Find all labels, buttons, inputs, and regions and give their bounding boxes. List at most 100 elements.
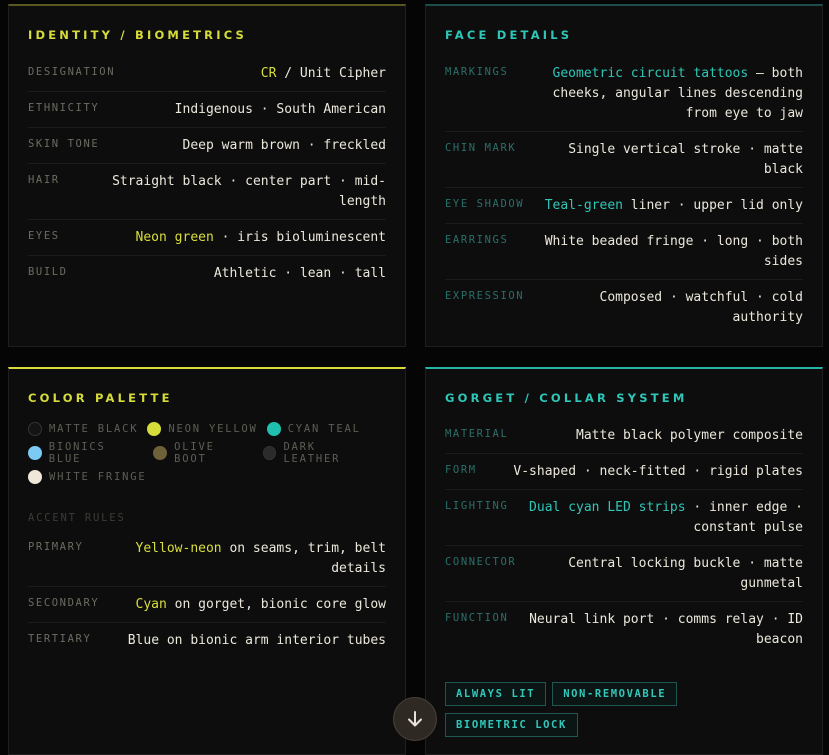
value-highlight: Yellow-neon: [135, 541, 222, 556]
row-value: Indigenous · South American: [165, 100, 386, 120]
row-value: Central locking buckle · matte gunmetal: [516, 554, 803, 594]
swatch-dot: [28, 446, 42, 460]
detail-row: CHIN MARK Single vertical stroke · matte …: [445, 132, 803, 188]
detail-row: EYE SHADOW Teal-green liner · upper lid o…: [445, 188, 803, 224]
face-card: FACE DETAILS MARKINGS Geometric circuit t…: [425, 4, 823, 347]
row-label: TERTIARY: [28, 633, 92, 645]
face-rows: MARKINGS Geometric circuit tattoos — both…: [445, 56, 803, 335]
scroll-down-button[interactable]: [393, 697, 437, 741]
detail-row: LIGHTING Dual cyan LED strips · inner edg…: [445, 490, 803, 546]
swatch-dot: [28, 470, 42, 484]
detail-row: BUILD Athletic · lean · tall: [28, 256, 386, 291]
row-label: ETHNICITY: [28, 102, 100, 114]
detail-row: CONNECTOR Central locking buckle · matte …: [445, 546, 803, 602]
gorget-title: GORGET / COLLAR SYSTEM: [445, 391, 688, 405]
value-highlight: Dual cyan LED strips: [529, 500, 686, 515]
detail-row: EYES Neon green · iris bioluminescent: [28, 220, 386, 256]
swatch-row: WHITE FRINGE: [28, 465, 388, 489]
swatch-row: BIONICS BLUE OLIVE BOOT DARK LEATHER: [28, 441, 388, 465]
palette-title: COLOR PALETTE: [28, 391, 173, 405]
detail-row: MATERIAL Matte black polymer composite: [445, 418, 803, 454]
row-label: CHIN MARK: [445, 142, 517, 154]
detail-row: FUNCTION Neural link port · comms relay ·…: [445, 602, 803, 657]
swatch-name: WHITE FRINGE: [49, 471, 147, 483]
value-text: Athletic · lean · tall: [213, 266, 386, 281]
row-value: Composed · watchful · cold authority: [524, 288, 804, 328]
row-value: Teal-green liner · upper lid only: [535, 196, 803, 216]
value-text: White beaded fringe · long · both sides: [544, 234, 803, 269]
detail-row: DESIGNATION CR / Unit Cipher: [28, 56, 386, 92]
detail-row: SECONDARY Cyan on gorget, bionic core glo…: [28, 587, 386, 623]
value-text: Central locking buckle · matte gunmetal: [568, 556, 803, 591]
row-label: EXPRESSION: [445, 290, 525, 302]
value-text: Blue on bionic arm interior tubes: [127, 633, 386, 648]
row-label: SKIN TONE: [28, 138, 100, 150]
status-badge: NON-REMOVABLE: [552, 682, 678, 706]
identity-rows: DESIGNATION CR / Unit Cipher ETHNICITY Indi…: [28, 56, 386, 291]
value-text: / Unit Cipher: [276, 66, 386, 81]
value-highlight: Teal-green: [544, 198, 623, 213]
row-label: FORM: [445, 464, 477, 476]
detail-row: ETHNICITY Indigenous · South American: [28, 92, 386, 128]
gorget-card: GORGET / COLLAR SYSTEM MATERIAL Matte bla…: [425, 367, 823, 755]
swatch-row: MATTE BLACK NEON YELLOW CYAN TEAL: [28, 417, 388, 441]
value-text: on seams, trim, belt details: [221, 541, 386, 576]
swatch-name: CYAN TEAL: [287, 423, 361, 435]
color-swatch: MATTE BLACK: [28, 422, 138, 436]
swatch-name: DARK LEATHER: [283, 441, 341, 465]
row-label: SECONDARY: [28, 597, 100, 609]
value-text: Matte black polymer composite: [576, 428, 803, 443]
detail-row: PRIMARY Yellow-neon on seams, trim, belt …: [28, 531, 386, 587]
row-label: CONNECTOR: [445, 556, 517, 568]
value-text: Neural link port · comms relay · ID beac…: [529, 612, 803, 647]
swatch-dot: [266, 422, 281, 436]
row-value: Single vertical stroke · matte black: [516, 140, 803, 180]
value-highlight: CR: [260, 66, 277, 81]
swatch-dot: [28, 422, 42, 436]
swatch-name: BIONICS BLUE: [48, 441, 106, 465]
face-title: FACE DETAILS: [445, 28, 573, 42]
row-value: V-shaped · neck-fitted · rigid plates: [503, 462, 803, 482]
row-label: EARRINGS: [445, 234, 509, 246]
status-badge: BIOMETRIC LOCK: [445, 713, 578, 737]
arrow-down-icon: [408, 711, 422, 727]
row-value: Dual cyan LED strips · inner edge · cons…: [508, 498, 803, 538]
value-text: · inner edge · constant pulse: [685, 500, 803, 535]
accent-rows: PRIMARY Yellow-neon on seams, trim, belt …: [28, 531, 386, 658]
row-value: Neon green · iris bioluminescent: [126, 228, 386, 248]
row-label: PRIMARY: [28, 541, 84, 553]
row-value: White beaded fringe · long · both sides: [508, 232, 803, 272]
row-value: CR / Unit Cipher: [251, 64, 386, 84]
detail-row: HAIR Straight black · center part · mid-l…: [28, 164, 386, 220]
detail-row: SKIN TONE Deep warm brown · freckled: [28, 128, 386, 164]
detail-row: TERTIARY Blue on bionic arm interior tube…: [28, 623, 386, 658]
row-label: FUNCTION: [445, 612, 509, 624]
color-swatch: WHITE FRINGE: [28, 470, 146, 484]
row-value: Cyan on gorget, bionic core glow: [126, 595, 386, 615]
color-swatch: DARK LEATHER: [262, 441, 379, 465]
row-label: EYE SHADOW: [445, 198, 525, 210]
row-value: Deep warm brown · freckled: [173, 136, 387, 156]
value-highlight: Neon green: [135, 230, 214, 245]
gorget-badges: ALWAYS LIT NON-REMOVABLE BIOMETRIC LOCK: [445, 682, 775, 744]
value-text: Composed · watchful · cold authority: [599, 290, 804, 325]
swatch-grid: MATTE BLACK NEON YELLOW CYAN TEAL BIONICS B…: [28, 417, 388, 489]
accent-rules-heading: ACCENT RULES: [28, 512, 126, 524]
value-highlight: Geometric circuit tattoos: [552, 66, 749, 81]
row-value: Matte black polymer composite: [566, 426, 803, 446]
value-text: Straight black · center part · mid-lengt…: [112, 174, 386, 209]
detail-row: MARKINGS Geometric circuit tattoos — both…: [445, 56, 803, 132]
color-swatch: NEON YELLOW: [147, 422, 257, 436]
value-text: Indigenous · South American: [174, 102, 386, 117]
detail-row: EXPRESSION Composed · watchful · cold aut…: [445, 280, 803, 335]
row-value: Yellow-neon on seams, trim, belt details: [83, 539, 386, 579]
value-text: Deep warm brown · freckled: [182, 138, 387, 153]
gorget-rows: MATERIAL Matte black polymer composite FOR…: [445, 418, 803, 657]
value-text: Single vertical stroke · matte black: [568, 142, 803, 177]
swatch-dot: [147, 422, 162, 436]
row-label: HAIR: [28, 174, 60, 186]
color-swatch: OLIVE BOOT: [153, 441, 253, 465]
row-value: Neural link port · comms relay · ID beac…: [508, 610, 803, 650]
row-value: Geometric circuit tattoos — both cheeks,…: [508, 64, 803, 124]
row-label: DESIGNATION: [28, 66, 116, 78]
